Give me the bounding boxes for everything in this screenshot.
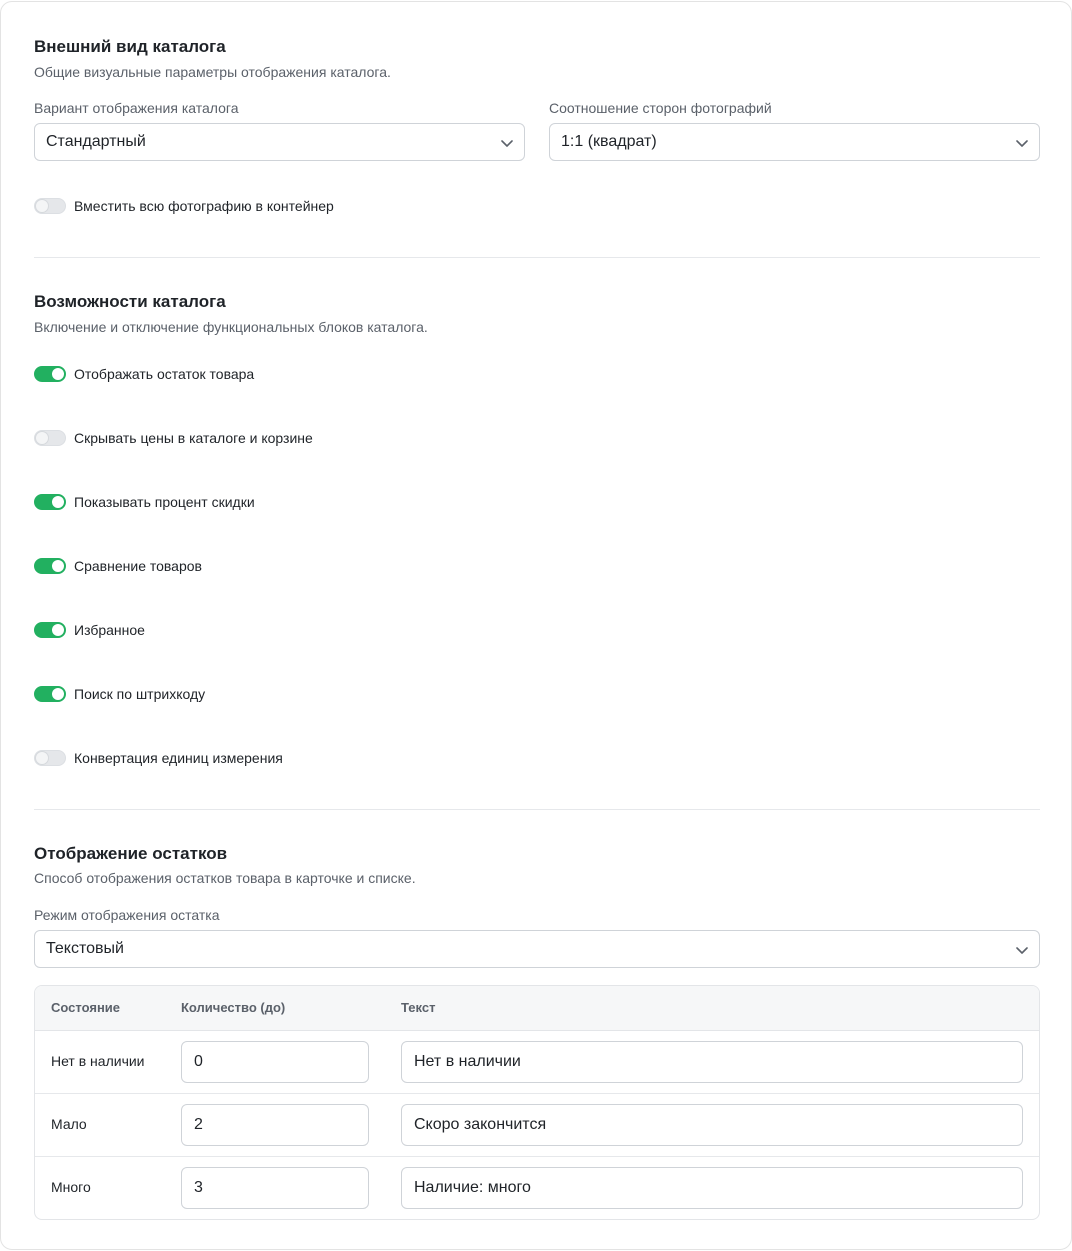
toggle-knob [36,752,48,764]
section-divider [34,257,1040,258]
section-divider [34,809,1040,810]
stock-levels-table: Состояние Количество (до) Текст Нет в на… [34,985,1040,1220]
favorites-toggle[interactable] [34,622,66,638]
ratio-select-value: 1:1 (квадрат) [561,133,657,150]
toggle-knob [52,368,64,380]
header-state: Состояние [51,1000,121,1015]
show-stock-toggle[interactable] [34,366,66,382]
fit-photo-label: Вместить всю фотографию в контейнер [74,198,334,214]
appearance-title: Внешний вид каталога [34,37,226,56]
stock-mode-select[interactable]: Текстовый [34,930,1040,968]
table-row: Нет в наличии 0 Нет в наличии [35,1031,1039,1094]
toggle-row-favorites[interactable]: Избранное [34,620,145,640]
chevron-down-icon [1016,947,1028,954]
ratio-label: Соотношение сторон фотографий [549,100,772,116]
toggle-row-compare[interactable]: Сравнение товаров [34,556,202,576]
table-row: Мало 2 Скоро закончится [35,1094,1039,1157]
quantity-input[interactable]: 3 [181,1167,369,1209]
hide-prices-label: Скрывать цены в каталоге и корзине [74,430,313,446]
toggle-knob [52,688,64,700]
variant-select-value: Стандартный [46,133,146,150]
table-header: Состояние Количество (до) Текст [35,986,1039,1031]
compare-label: Сравнение товаров [74,558,202,574]
variant-label: Вариант отображения каталога [34,100,239,116]
hide-prices-toggle[interactable] [34,430,66,446]
compare-toggle[interactable] [34,558,66,574]
fit-photo-toggle-row[interactable]: Вместить всю фотографию в контейнер [34,196,334,216]
chevron-down-icon [1016,140,1028,147]
barcode-search-label: Поиск по штрихкоду [74,686,206,702]
fit-photo-toggle[interactable] [34,198,66,214]
barcode-search-toggle[interactable] [34,686,66,702]
toggle-knob [52,560,64,572]
header-text: Текст [401,1000,436,1015]
text-input[interactable]: Наличие: много [401,1167,1023,1209]
stock-mode-select-value: Текстовый [46,940,124,957]
text-input[interactable]: Нет в наличии [401,1041,1023,1083]
chevron-down-icon [501,140,513,147]
quantity-input[interactable]: 0 [181,1041,369,1083]
toggle-knob [52,624,64,636]
quantity-input[interactable]: 2 [181,1104,369,1146]
discount-percent-label: Показывать процент скидки [74,494,255,510]
unit-conversion-label: Конвертация единиц измерения [74,750,283,766]
toggle-knob [52,496,64,508]
appearance-description: Общие визуальные параметры отображения к… [34,64,391,80]
toggle-row-barcode-search[interactable]: Поиск по штрихкоду [34,684,205,704]
stock-title: Отображение остатков [34,844,228,863]
header-quantity: Количество (до) [181,1000,286,1015]
features-title: Возможности каталога [34,292,226,311]
row-state: Мало [51,1116,87,1132]
row-state: Нет в наличии [51,1053,145,1069]
row-state: Много [51,1179,91,1195]
show-stock-label: Отображать остаток товара [74,366,255,382]
stock-description: Способ отображения остатков товара в кар… [34,870,416,886]
features-description: Включение и отключение функциональных бл… [34,319,428,335]
variant-select[interactable]: Стандартный [34,123,525,161]
text-input[interactable]: Скоро закончится [401,1104,1023,1146]
favorites-label: Избранное [74,622,145,638]
ratio-select[interactable]: 1:1 (квадрат) [549,123,1040,161]
toggle-knob [36,432,48,444]
toggle-row-hide-prices[interactable]: Скрывать цены в каталоге и корзине [34,428,313,448]
discount-percent-toggle[interactable] [34,494,66,510]
table-row: Много 3 Наличие: много [35,1157,1039,1219]
unit-conversion-toggle[interactable] [34,750,66,766]
settings-card: Внешний вид каталога Общие визуальные па… [0,1,1072,1250]
toggle-row-show-stock[interactable]: Отображать остаток товара [34,364,254,384]
toggle-row-unit-conversion[interactable]: Конвертация единиц измерения [34,748,283,768]
toggle-knob [36,200,48,212]
toggle-row-discount-percent[interactable]: Показывать процент скидки [34,492,255,512]
stock-mode-label: Режим отображения остатка [34,907,220,923]
